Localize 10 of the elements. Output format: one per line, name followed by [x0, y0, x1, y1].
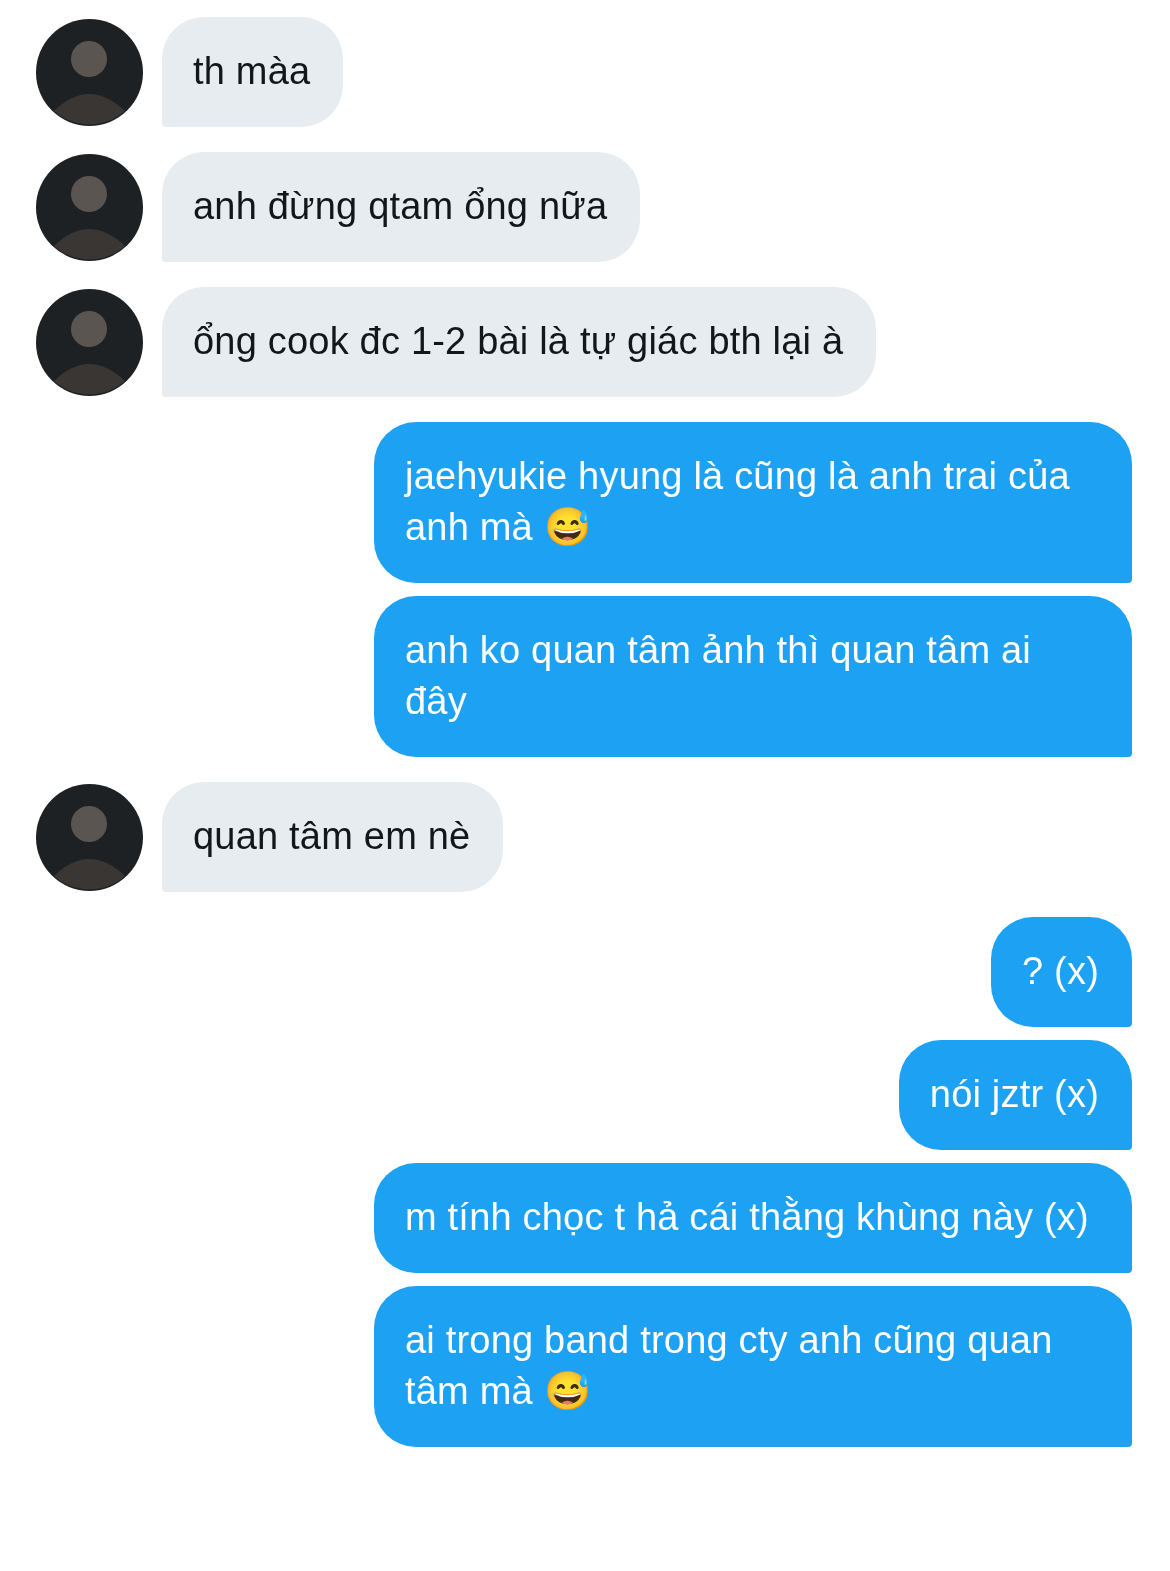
sent-message: m tính chọc t hả cái thằng khùng này (x) — [374, 1163, 1132, 1273]
received-message: anh đừng qtam ổng nữa — [162, 152, 641, 262]
sent-message: anh ko quan tâm ảnh thì quan tâm ai đây — [374, 596, 1132, 757]
sent-message: jaehyukie hyung là cũng là anh trai của anh mà 😅 — [374, 422, 1132, 583]
sent-message: nói jztr (x) — [898, 1040, 1132, 1150]
received-message: quan tâm em nè — [162, 782, 504, 892]
received-message: ổng cook đc 1-2 bài là tự giác bth lại à — [162, 287, 877, 397]
sent-message: ? (x) — [991, 917, 1132, 1027]
received-message: th màa — [162, 17, 344, 127]
sent-message: ai trong band trong cty anh cũng quan tâm mà 😅 — [374, 1286, 1132, 1447]
